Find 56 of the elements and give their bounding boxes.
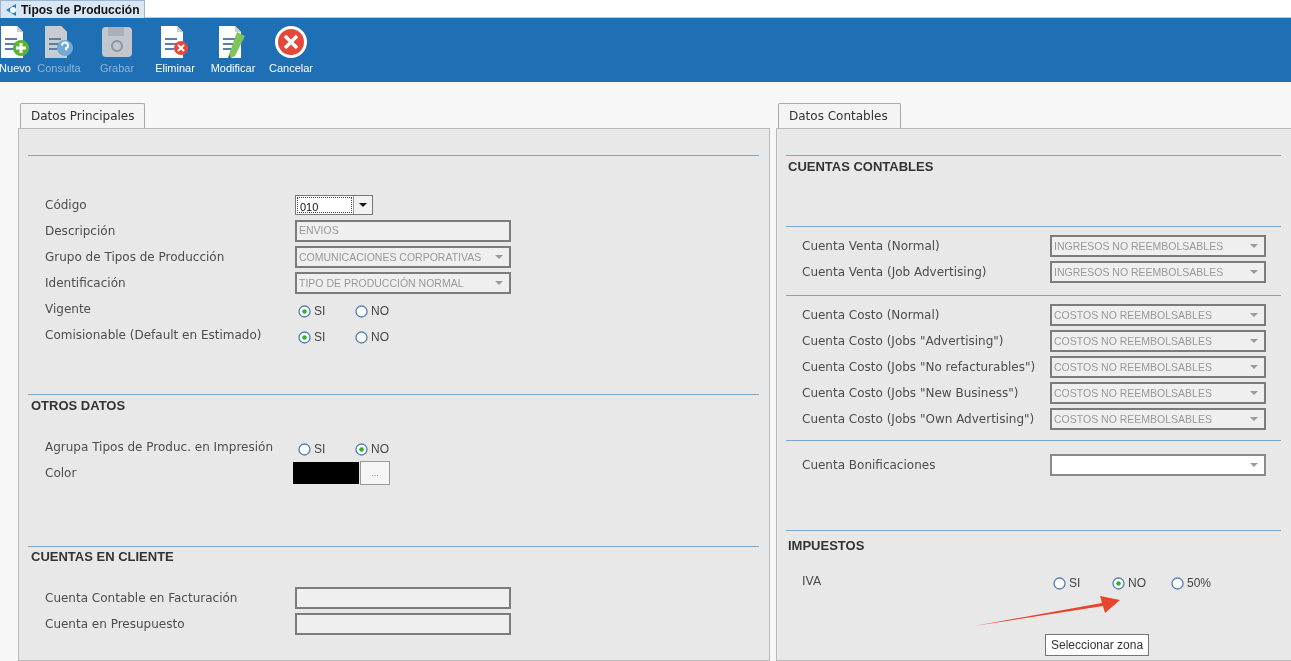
radio-option[interactable]: NO [352, 330, 409, 344]
field-label: Cuenta Costo (Jobs "No refacturables") [802, 360, 1037, 374]
field-label: Cuenta Costo (Jobs "Advertising") [802, 334, 1005, 348]
field-label: Color [45, 466, 78, 480]
field-label: Cuenta Contable en Facturación [45, 591, 239, 605]
field-label: Agrupa Tipos de Produc. en Impresión [45, 440, 274, 454]
toolbar-button[interactable]: Nuevo [0, 18, 30, 82]
panel-tab[interactable]: Datos Contables [778, 103, 901, 128]
radio-option[interactable]: NO [1109, 576, 1168, 590]
app-icon [4, 2, 17, 17]
panel-tab[interactable]: Datos Principales [20, 103, 146, 128]
field-label: Comisionable (Default en Estimado) [45, 328, 263, 342]
toolbar-button[interactable]: Eliminar [146, 18, 204, 82]
dropdown-caret-icon [495, 281, 503, 285]
radio-option[interactable]: NO [352, 304, 409, 318]
tooltip: Seleccionar zona [1045, 634, 1150, 656]
color-picker-button[interactable]: ... [360, 461, 390, 485]
dropdown-caret-icon [1250, 391, 1258, 395]
radio-option[interactable]: NO [352, 442, 409, 456]
dropdown-field[interactable] [1050, 454, 1266, 476]
field-label: Cuenta Bonificaciones [802, 458, 937, 472]
toolbar-button[interactable]: Modificar [204, 18, 262, 82]
radio-option[interactable]: SI [1050, 576, 1109, 590]
window-tab[interactable]: Tipos de Producción [0, 0, 146, 18]
field-label: Grupo de Tipos de Producción [45, 250, 226, 264]
dropdown-caret-icon [495, 255, 503, 259]
field-label: Cuenta Costo (Normal) [802, 308, 941, 322]
radio-option[interactable]: SI [295, 304, 352, 318]
field-label: Descripción [45, 224, 117, 238]
dropdown-caret-icon [1250, 313, 1258, 317]
field-label: IVA [802, 574, 823, 588]
section-title: CUENTAS EN CLIENTE [31, 549, 175, 566]
field-label: Cuenta Costo (Jobs "Own Advertising") [802, 412, 1036, 426]
dropdown-caret-icon [1250, 339, 1258, 343]
dropdown-caret-icon [1250, 365, 1258, 369]
field-label: Cuenta Venta (Job Advertising) [802, 265, 988, 279]
radio-option[interactable]: 50% [1168, 576, 1227, 590]
dropdown-caret-icon [359, 203, 367, 207]
radio-option[interactable]: SI [295, 330, 352, 344]
field-label: Cuenta Venta (Normal) [802, 239, 941, 253]
field-label: Cuenta Costo (Jobs "New Business") [802, 386, 1020, 400]
section-title: CUENTAS CONTABLES [788, 159, 935, 176]
field-label: Cuenta en Presupuesto [45, 617, 186, 631]
dropdown-caret-icon [1250, 417, 1258, 421]
radio-option[interactable]: SI [295, 442, 352, 456]
dropdown-caret-icon [1250, 463, 1258, 467]
section-title: OTROS DATOS [31, 398, 127, 415]
field-label: Vigente [45, 302, 92, 316]
cancel-icon [273, 24, 309, 60]
field-label: Identificación [45, 276, 127, 290]
toolbar-button[interactable]: Cancelar [262, 18, 320, 82]
field-label: Código [45, 198, 88, 212]
section-title: IMPUESTOS [788, 538, 866, 555]
dropdown-caret-icon [1250, 270, 1258, 274]
code-combo-box[interactable]: 010 [295, 195, 373, 215]
dropdown-caret-icon [1250, 244, 1258, 248]
